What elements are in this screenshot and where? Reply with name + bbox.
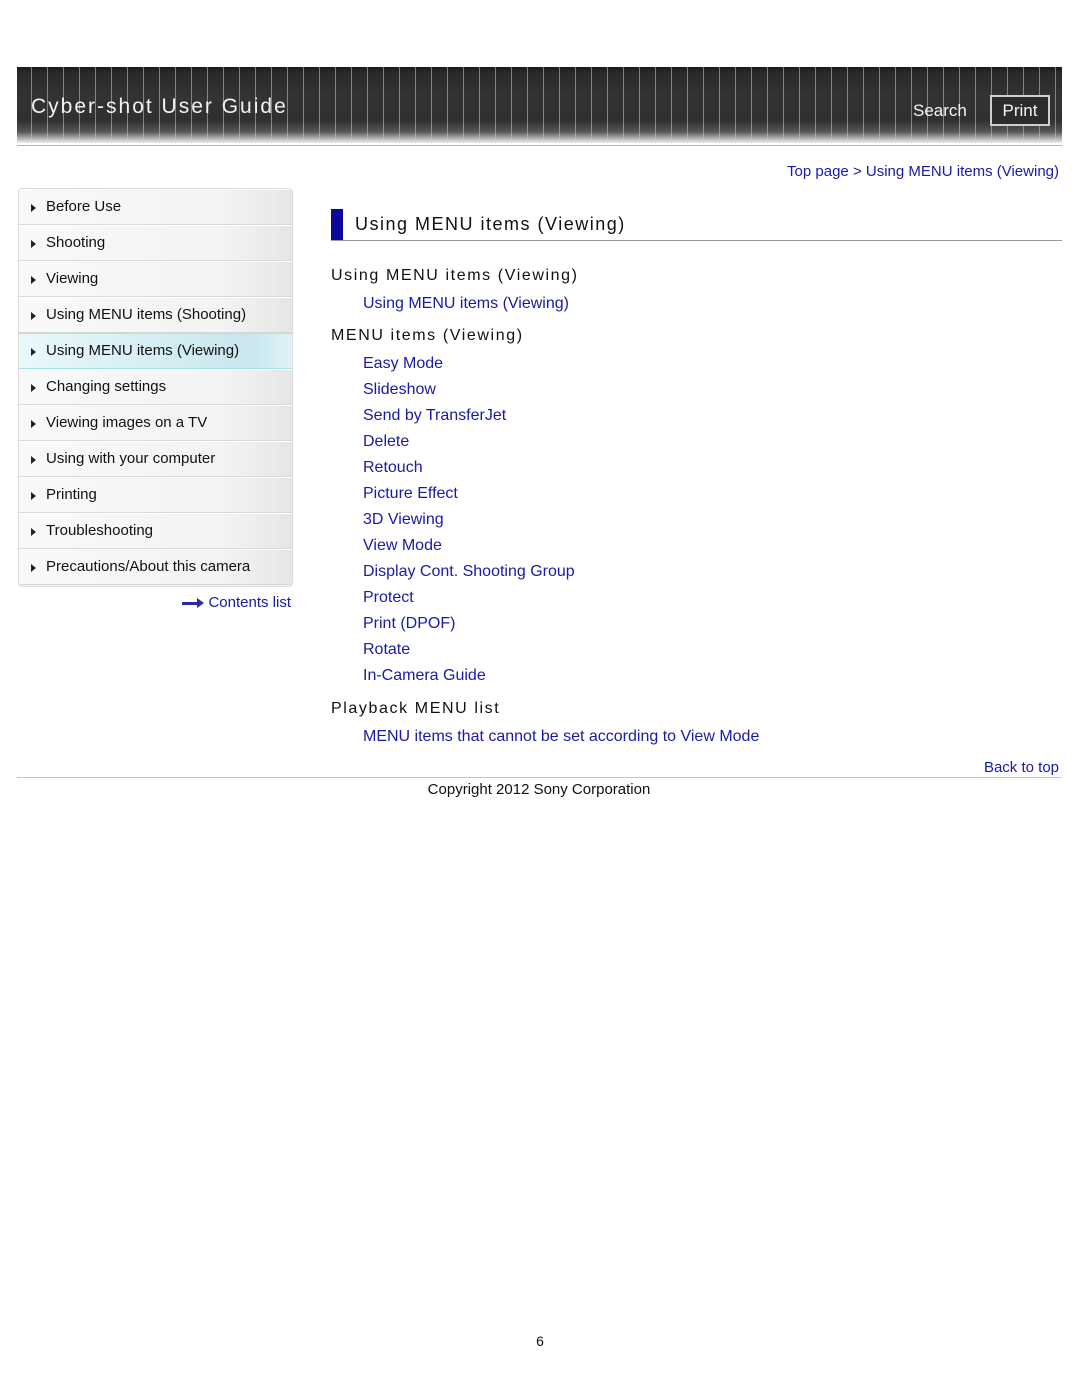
link-view-mode[interactable]: View Mode [363,537,442,555]
heading-divider [331,240,1062,241]
triangle-right-icon [31,492,36,500]
triangle-right-icon [31,348,36,356]
breadcrumb-current[interactable]: Using MENU items (Viewing) [866,163,1059,180]
sidebar-item-computer[interactable]: Using with your computer [19,441,292,477]
link-print-dpof[interactable]: Print (DPOF) [363,615,455,633]
sidebar-item-menu-shooting[interactable]: Using MENU items (Shooting) [19,297,292,333]
triangle-right-icon [31,528,36,536]
link-using-menu-viewing[interactable]: Using MENU items (Viewing) [363,295,569,313]
triangle-right-icon [31,420,36,428]
sidebar-item-label: Using MENU items (Shooting) [46,306,247,323]
triangle-right-icon [31,276,36,284]
link-protect[interactable]: Protect [363,589,414,607]
breadcrumb-separator: > [852,163,862,180]
link-menu-items-view-mode[interactable]: MENU items that cannot be set according … [363,728,759,746]
triangle-right-icon [31,564,36,572]
app-title: Cyber-shot User Guide [31,95,288,118]
footer-divider [17,777,1062,778]
contents-list-label: Contents list [208,594,291,611]
link-send-by-transferjet[interactable]: Send by TransferJet [363,407,506,425]
header-divider [17,145,1062,146]
copyright-text: Copyright 2012 Sony Corporation [427,781,651,798]
triangle-right-icon [31,384,36,392]
section-title-playback-menu-list: Playback MENU list [331,700,501,717]
sidebar-item-shooting[interactable]: Shooting [19,225,292,261]
sidebar-item-label: Troubleshooting [46,522,154,539]
link-slideshow[interactable]: Slideshow [363,381,436,399]
link-picture-effect[interactable]: Picture Effect [363,485,458,503]
sidebar-item-label: Precautions/About this camera [46,558,251,575]
sidebar-item-label: Using MENU items (Viewing) [46,342,240,359]
arrow-right-icon [182,597,205,608]
breadcrumb: Top page > Using MENU items (Viewing) [787,163,1059,180]
sidebar-nav: Before Use Shooting Viewing Using MENU i… [18,188,293,587]
link-easy-mode[interactable]: Easy Mode [363,355,443,373]
breadcrumb-top-page[interactable]: Top page [787,163,849,180]
sidebar-item-label: Before Use [46,198,122,215]
sidebar-item-troubleshooting[interactable]: Troubleshooting [19,513,292,549]
heading-accent-bar [331,209,343,240]
sidebar-item-label: Viewing [46,270,99,287]
header-banner: Cyber-shot User Guide Search Print [17,67,1062,143]
section-title-menu-items: MENU items (Viewing) [331,327,524,344]
sidebar-item-menu-viewing[interactable]: Using MENU items (Viewing) [19,333,292,369]
sidebar-item-label: Using with your computer [46,450,216,467]
page-number: 6 [536,1333,544,1349]
link-rotate[interactable]: Rotate [363,641,410,659]
sidebar-item-label: Printing [46,486,97,503]
print-button[interactable]: Print [990,95,1050,126]
search-link[interactable]: Search [913,101,967,121]
section-title-using-menu: Using MENU items (Viewing) [331,267,579,284]
triangle-right-icon [31,204,36,212]
back-to-top-link[interactable]: Back to top [984,759,1059,776]
link-3d-viewing[interactable]: 3D Viewing [363,511,444,529]
contents-list-link[interactable]: Contents list [182,594,291,611]
sidebar-item-changing-settings[interactable]: Changing settings [19,369,292,405]
triangle-right-icon [31,456,36,464]
sidebar-item-viewing-on-tv[interactable]: Viewing images on a TV [19,405,292,441]
triangle-right-icon [31,312,36,320]
link-in-camera-guide[interactable]: In-Camera Guide [363,667,486,685]
sidebar-item-printing[interactable]: Printing [19,477,292,513]
sidebar-item-label: Changing settings [46,378,167,395]
link-display-cont-shooting-group[interactable]: Display Cont. Shooting Group [363,563,575,581]
sidebar-item-label: Viewing images on a TV [46,414,208,431]
sidebar-item-label: Shooting [46,234,106,251]
triangle-right-icon [31,240,36,248]
link-retouch[interactable]: Retouch [363,459,423,477]
sidebar-item-precautions[interactable]: Precautions/About this camera [19,549,292,585]
sidebar-item-viewing[interactable]: Viewing [19,261,292,297]
link-delete[interactable]: Delete [363,433,409,451]
page-title: Using MENU items (Viewing) [355,214,626,234]
sidebar-item-before-use[interactable]: Before Use [19,189,292,225]
